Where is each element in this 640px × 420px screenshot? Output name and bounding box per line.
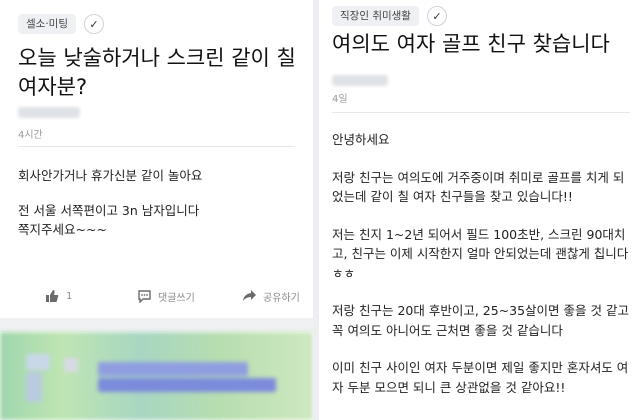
right-post-time: 4일 — [332, 94, 348, 105]
left-post-paragraph: 회사안가거나 휴가신분 같이 놀아요 — [18, 168, 203, 183]
left-post-time: 4시간 — [18, 130, 43, 141]
right-post-separator — [332, 112, 630, 113]
like-count: 1 — [66, 290, 73, 302]
comment-label: 댓글쓰기 — [158, 292, 195, 304]
blurred-author-name — [18, 107, 80, 118]
comment-icon — [136, 288, 152, 304]
share-button[interactable]: 공유하기 — [241, 288, 300, 304]
left-post-action-bar: 1 댓글쓰기 공유하기 — [0, 278, 313, 314]
left-post-category-tag[interactable]: 셀소·미팅 — [18, 14, 76, 34]
left-post-header: 셀소·미팅 ✓ — [18, 14, 104, 34]
like-button[interactable]: 1 — [44, 288, 72, 304]
blurred-banner[interactable] — [0, 332, 313, 420]
share-arrow-icon — [241, 288, 257, 304]
right-post-paragraph: 저는 친지 1~2년 되어서 필드 100초반, 스크린 90대치고, 친구는 … — [332, 226, 629, 281]
left-post-body: 회사안가거나 휴가신분 같이 놀아요 전 서울 서쪽편이고 3n 남자입니다 쪽… — [18, 166, 303, 240]
check-icon[interactable]: ✓ — [426, 6, 447, 26]
right-post-paragraph: 저랑 친구는 여의도에 거주중이며 취미로 골프를 치게 되었는데 같이 칠 여… — [332, 169, 625, 205]
comment-button[interactable]: 댓글쓰기 — [136, 288, 195, 304]
right-post-paragraph: 이미 친구 사이인 여자 두분이면 제일 좋지만 혼자셔도 여자 두분 모으면 … — [332, 360, 629, 395]
thumbs-up-icon — [44, 288, 60, 304]
share-label: 공유하기 — [263, 292, 300, 304]
right-post-category-tag[interactable]: 직장인 취미생활 — [332, 6, 419, 26]
right-post-body: 안녕하세요 저랑 친구는 여의도에 거주중이며 취미로 골프를 치게 되었는데 … — [332, 130, 630, 397]
left-post-title: 오늘 낮술하거나 스크린 같이 칠 여자분? — [18, 46, 296, 99]
feed-gap — [0, 318, 313, 332]
left-post-card: 셀소·미팅 ✓ 오늘 낮술하거나 스크린 같이 칠 여자분? 4시간 회사안가거… — [0, 0, 313, 420]
left-post-separator — [18, 146, 295, 147]
right-post-title: 여의도 여자 골프 친구 찾습니다 — [332, 32, 610, 56]
right-post-header: 직장인 취미생활 ✓ — [332, 6, 447, 26]
right-post-paragraph: 안녕하세요 — [332, 132, 390, 147]
right-post-paragraph: 저랑 친구는 20대 후반이고, 25~35살이면 좋을 것 같고 꼭 여의도 … — [332, 303, 629, 338]
left-post-paragraph: 전 서울 서쪽편이고 3n 남자입니다 쪽지주세요~~~ — [18, 202, 200, 238]
right-post-card: 직장인 취미생활 ✓ 여의도 여자 골프 친구 찾습니다 4일 안녕하세요 저랑… — [319, 0, 640, 420]
blurred-author-name — [332, 75, 388, 86]
check-icon[interactable]: ✓ — [83, 14, 104, 34]
